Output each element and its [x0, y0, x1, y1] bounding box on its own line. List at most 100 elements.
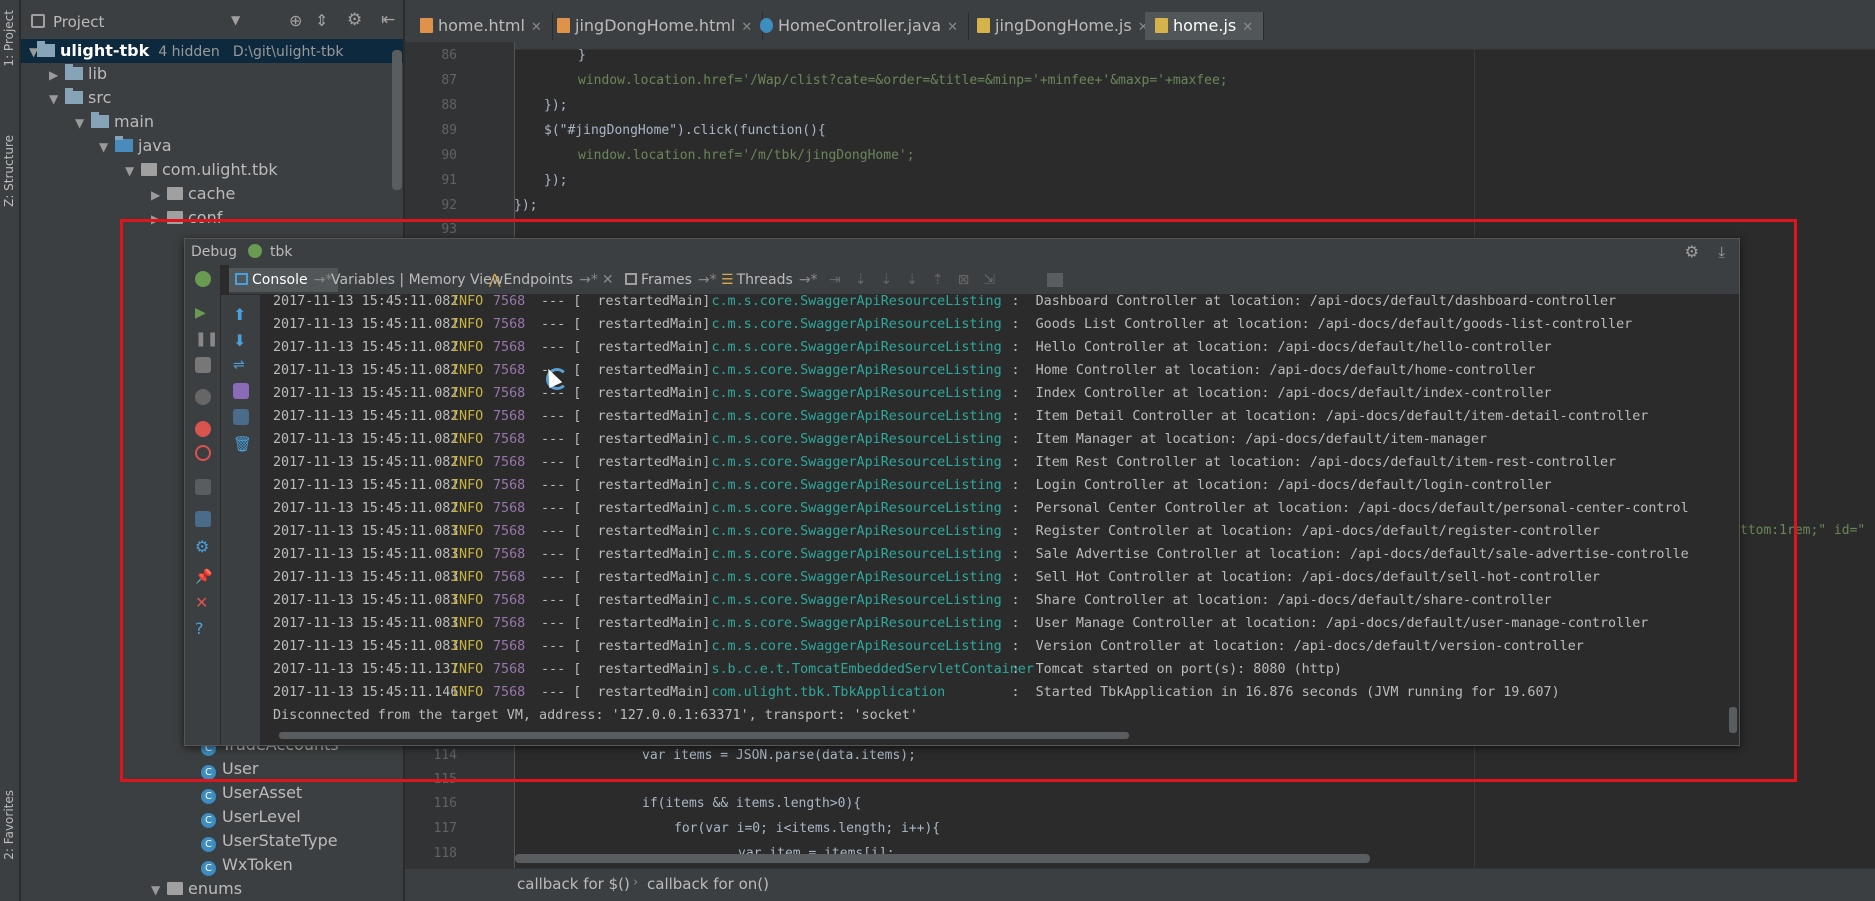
close-icon[interactable]: ✕	[602, 272, 614, 288]
chevron-right-icon[interactable]: ▶	[49, 63, 63, 87]
close-icon[interactable]: ✕	[531, 20, 542, 35]
collapse-all-icon[interactable]: ⇕	[315, 11, 328, 30]
console-log-line[interactable]: 2017-11-13 15:45:11.082INFO 7568 --- [ res…	[273, 474, 1552, 497]
tab-homecontroller-java[interactable]: HomeController.java ✕	[750, 12, 969, 40]
project-tool-tab[interactable]: 1: Project	[2, 10, 16, 67]
console-log-line[interactable]: 2017-11-13 15:45:11.083INFO 7568 --- [ res…	[273, 520, 1600, 543]
tab-endpoints[interactable]: ⋀ Endpoints →* ✕	[483, 268, 620, 292]
gear-icon[interactable]: ⚙	[1685, 239, 1699, 265]
console-log-line[interactable]: 2017-11-13 15:45:11.082INFO 7568 --- [ res…	[273, 382, 1552, 405]
chevron-down-icon[interactable]: ▼	[49, 87, 63, 111]
tree-item-java[interactable]: ▼ java	[99, 134, 172, 158]
console-disconnect-message[interactable]: Disconnected from the target VM, address…	[273, 704, 918, 727]
breadcrumb-item[interactable]: callback for on()	[647, 875, 769, 893]
tree-item-main[interactable]: ▼ main	[75, 110, 154, 134]
tab-jingdonghome-html[interactable]: jingDongHome.html ✕	[547, 12, 764, 40]
help-icon[interactable]: ?	[195, 619, 211, 638]
tab-variables-memory[interactable]: Variables | Memory View	[325, 268, 509, 292]
project-scrollbar[interactable]	[392, 50, 402, 190]
gear-icon[interactable]: ⚙	[347, 10, 362, 30]
breadcrumb-item[interactable]: callback for $()	[517, 875, 630, 893]
console-log-line[interactable]: 2017-11-13 15:45:11.082INFO 7568 --- [ res…	[273, 313, 1632, 336]
pin-icon[interactable]: 📌	[195, 569, 212, 585]
code-line[interactable]: window.location.href='/m/tbk/jingDongHom…	[578, 148, 915, 163]
code-line[interactable]: window.location.href='/Wap/clist?cate=&o…	[578, 73, 1228, 88]
console-log-line[interactable]: 2017-11-13 15:45:11.082INFO 7568 --- [ res…	[273, 405, 1648, 428]
chevron-right-icon[interactable]: ▶	[151, 183, 165, 207]
structure-tool-tab[interactable]: Z: Structure	[2, 135, 16, 207]
chevron-down-icon[interactable]: ▼	[99, 135, 113, 159]
console-scrollbar[interactable]	[1729, 707, 1737, 733]
console-log-line[interactable]: 2017-11-13 15:45:11.082INFO 7568 --- [ res…	[273, 497, 1689, 520]
console-log-line[interactable]: 2017-11-13 15:45:11.137INFO 7568 --- [ res…	[273, 658, 1342, 681]
chevron-down-icon[interactable]: ▼	[75, 111, 89, 135]
hide-panel-icon[interactable]: ⇤	[381, 10, 395, 30]
tree-item-src[interactable]: ▼ src	[49, 86, 111, 110]
breakpoints-icon[interactable]	[195, 421, 211, 437]
step-actions-icons[interactable]: ⇥⇣⇣⇣⇡⊠⇲	[829, 272, 1009, 288]
mute-breakpoints-icon[interactable]	[195, 445, 211, 461]
hide-panel-icon[interactable]: ⤓	[1718, 239, 1725, 265]
tree-item-com-ulight-tbk[interactable]: ▼ com.ulight.tbk	[125, 158, 278, 182]
console-horizontal-scrollbar[interactable]	[279, 732, 1129, 739]
console-log-line[interactable]: 2017-11-13 15:45:11.082INFO 7568 --- [ res…	[273, 451, 1616, 474]
tree-class-wxtoken[interactable]: C WxToken	[201, 853, 293, 877]
console-log-line[interactable]: 2017-11-13 15:45:11.082INFO 7568 --- [ res…	[273, 428, 1487, 451]
tree-item-enums[interactable]: ▼ enums	[151, 877, 242, 901]
tree-root-row[interactable]: ▼ ulight-tbk 4 hidden D:\git\ulight-tbk	[21, 39, 403, 64]
chevron-right-icon[interactable]: ▶	[151, 207, 165, 231]
console-log-line[interactable]: 2017-11-13 15:45:11.083INFO 7568 --- [ res…	[273, 589, 1552, 612]
code-line[interactable]: $("#jingDongHome").click(function(){	[544, 123, 826, 138]
chevron-down-icon[interactable]: ▼	[231, 13, 240, 27]
tab-home-js[interactable]: home.js ✕	[1145, 12, 1265, 40]
close-icon[interactable]: ✕	[947, 20, 958, 35]
restore-layout-icon[interactable]	[195, 511, 211, 527]
favorites-tool-tab[interactable]: 2: Favorites	[2, 790, 16, 860]
console-output[interactable]: 2017-11-13 15:45:11.082INFO 7568 --- [ res…	[261, 295, 1731, 735]
tab-console[interactable]: Console →*	[229, 268, 339, 292]
get-thread-dump-icon[interactable]	[195, 479, 211, 495]
pin-tab-icon[interactable]: →*	[799, 272, 818, 288]
tab-frames[interactable]: Frames →*	[619, 268, 723, 292]
evaluate-icon[interactable]	[1047, 273, 1063, 287]
code-line[interactable]: var items = JSON.parse(data.items);	[642, 748, 916, 763]
console-log-line[interactable]: 2017-11-13 15:45:11.083INFO 7568 --- [ res…	[273, 566, 1600, 589]
console-log-line[interactable]: 2017-11-13 15:45:11.082INFO 7568 --- [ res…	[273, 359, 1535, 382]
tree-class-userasset[interactable]: C UserAsset	[201, 781, 302, 805]
chevron-down-icon[interactable]: ▼	[151, 878, 165, 901]
locate-icon[interactable]: ⊕	[289, 11, 302, 30]
close-icon[interactable]: ✕	[1242, 20, 1253, 35]
console-log-line[interactable]: 2017-11-13 15:45:11.083INFO 7568 --- [ res…	[273, 635, 1584, 658]
trash-icon[interactable]: 🗑	[233, 435, 252, 453]
code-line[interactable]: });	[544, 98, 567, 113]
tree-item-conf[interactable]: ▶ conf	[151, 206, 222, 230]
editor-horizontal-scrollbar[interactable]	[515, 854, 1370, 863]
code-line[interactable]: }	[578, 48, 586, 63]
pin-tab-icon[interactable]: →*	[698, 272, 717, 288]
console-log-line[interactable]: 2017-11-13 15:45:11.082INFO 7568 --- [ res…	[273, 295, 1616, 313]
console-log-line[interactable]: 2017-11-13 15:45:11.082INFO 7568 --- [ res…	[273, 336, 1552, 359]
console-log-line[interactable]: 2017-11-13 15:45:11.083INFO 7568 --- [ res…	[273, 612, 1648, 635]
tree-class-userstatetype[interactable]: C UserStateType	[201, 829, 338, 853]
tree-class-user[interactable]: C User	[201, 757, 258, 781]
code-line[interactable]: for(var i=0; i<items.length; i++){	[674, 821, 940, 836]
rerun-debug-icon[interactable]	[195, 271, 211, 287]
code-line[interactable]: });	[514, 198, 537, 213]
console-log-line[interactable]: 2017-11-13 15:45:11.146INFO 7568 --- [ res…	[273, 681, 1560, 704]
console-log-line[interactable]: 2017-11-13 15:45:11.083INFO 7568 --- [ res…	[273, 543, 1689, 566]
settings-icon[interactable]: ⚙	[195, 537, 211, 556]
view-breakpoints-icon[interactable]	[195, 389, 211, 405]
tab-jingdonghome-js[interactable]: jingDongHome.js ✕	[967, 12, 1160, 40]
code-line[interactable]: });	[544, 173, 567, 188]
soft-wrap-icon[interactable]: ⇌	[233, 357, 249, 373]
chevron-down-icon[interactable]: ▼	[21, 40, 38, 64]
tree-item-lib[interactable]: ▶ lib	[49, 62, 107, 86]
arrow-down-icon[interactable]: ⬇	[233, 331, 249, 350]
close-icon[interactable]: ✕	[195, 593, 211, 612]
chevron-down-icon[interactable]: ▼	[125, 159, 139, 183]
tab-threads[interactable]: ☰ Threads →*	[715, 268, 824, 292]
pause-icon[interactable]: ❚❚	[195, 331, 218, 347]
resume-icon[interactable]: ▶	[195, 305, 211, 321]
code-line[interactable]: if(items && items.length>0){	[642, 796, 861, 811]
tab-home-html[interactable]: home.html ✕	[410, 12, 553, 40]
